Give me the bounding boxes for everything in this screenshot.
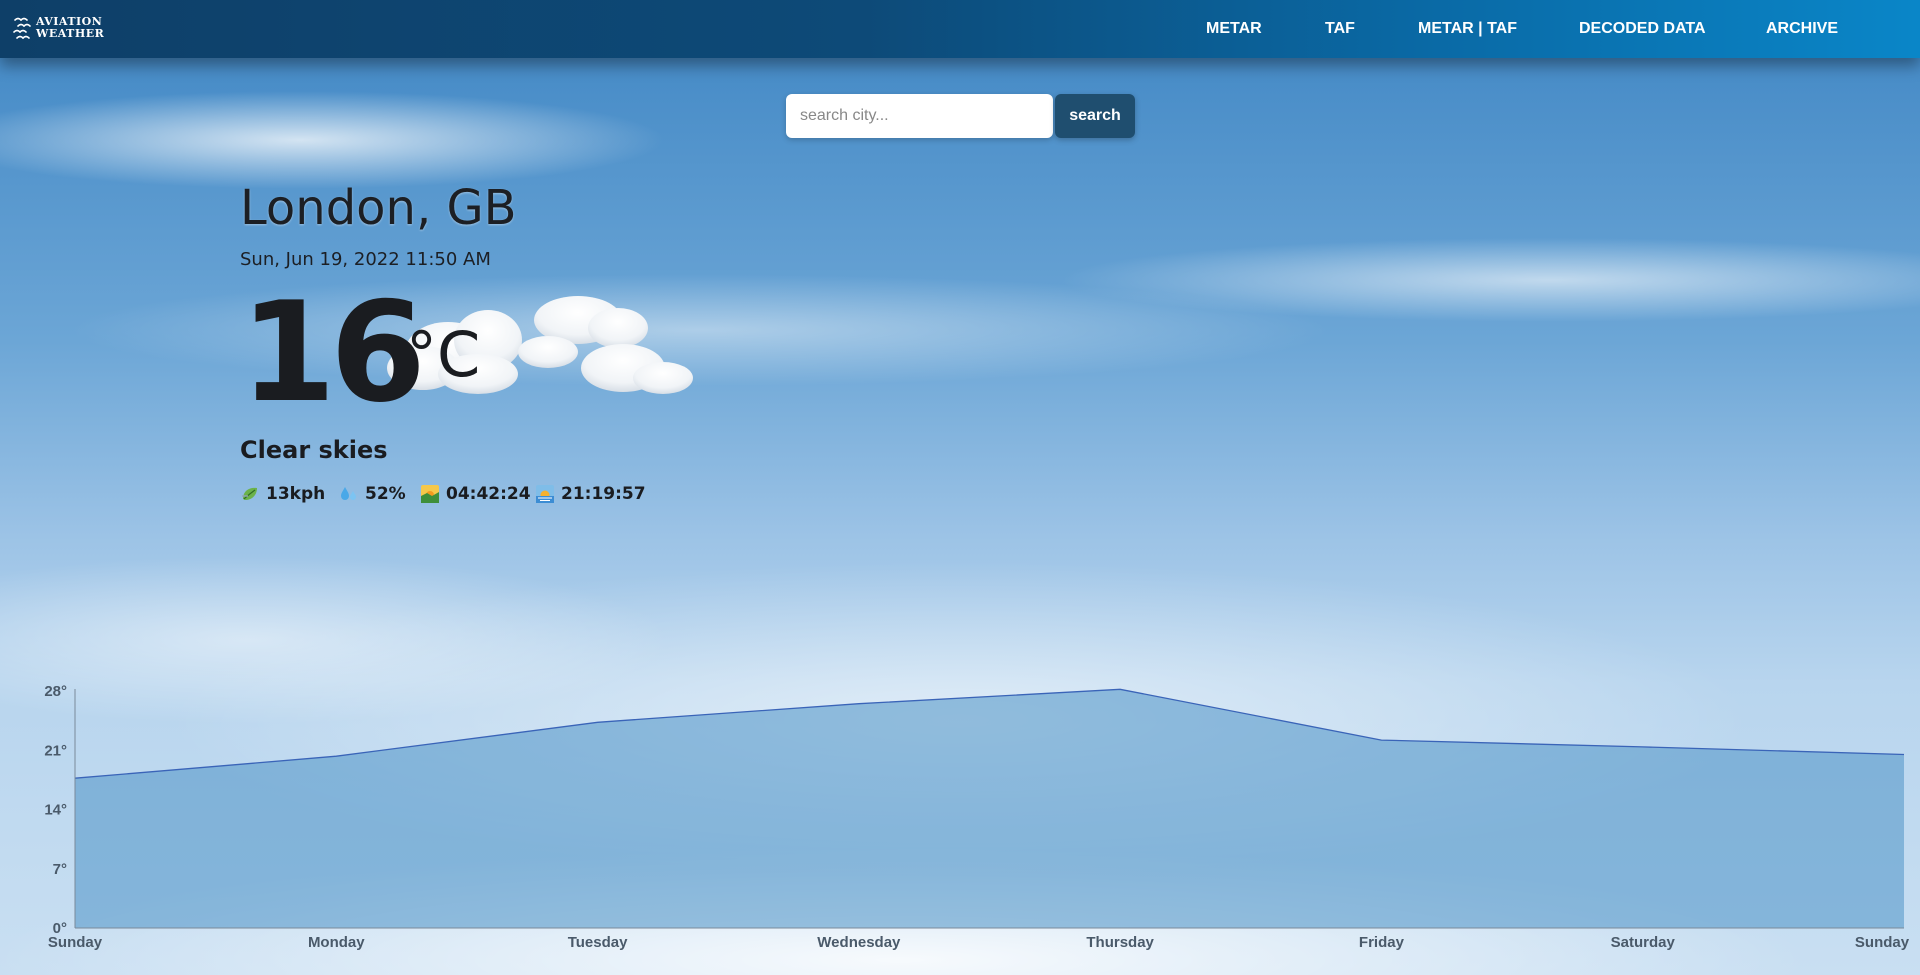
x-tick-label: Sunday [1855, 934, 1910, 951]
city-name: London, GB [240, 180, 517, 236]
y-tick-label: 7° [53, 861, 67, 878]
wind-stat: 13kph [240, 484, 325, 504]
humidity-stat: 52% [339, 484, 406, 504]
search-input[interactable] [786, 94, 1053, 138]
chart-y-ticks: 0°7°14°21°28° [44, 683, 67, 937]
temperature-value: 16 [240, 272, 426, 433]
sunrise-time: 04:42:24 [446, 484, 531, 504]
main-nav: METAR TAF METAR | TAF DECODED DATA ARCHI… [0, 0, 1920, 58]
x-tick-label: Thursday [1086, 934, 1154, 951]
search-bar: search [786, 94, 1135, 138]
wind-speed: 13kph [266, 484, 326, 504]
nav-archive[interactable]: ARCHIVE [1766, 20, 1838, 38]
weather-condition: Clear skies [240, 436, 388, 464]
chart-area-fill [75, 689, 1904, 928]
y-tick-label: 21° [44, 742, 67, 759]
x-tick-label: Tuesday [568, 934, 628, 951]
chart-x-ticks: Sunday Monday Tuesday Wednesday Thursday Frid… [48, 934, 1910, 951]
wind-leaf-icon [242, 487, 257, 500]
humidity-value: 52% [365, 484, 406, 504]
nav-taf[interactable]: TAF [1325, 20, 1355, 38]
sunset-time: 21:19:57 [561, 484, 646, 504]
x-tick-label: Wednesday [817, 934, 901, 951]
sunset-icon [536, 485, 554, 503]
droplets-icon [341, 487, 356, 500]
y-tick-label: 14° [44, 802, 67, 819]
x-tick-label: Monday [308, 934, 365, 951]
nav-metar-taf[interactable]: METAR | TAF [1418, 20, 1517, 38]
temperature-forecast-chart: 0°7°14°21°28° Sunday Monday Tuesday Wednesd… [44, 683, 1910, 951]
top-navbar: AVIATION WEATHER METAR TAF METAR | TAF D… [0, 0, 1920, 58]
x-tick-label: Friday [1359, 934, 1405, 951]
sunrise-stat: 04:42:24 [420, 484, 531, 504]
nav-decoded-data[interactable]: DECODED DATA [1579, 20, 1706, 38]
nav-metar[interactable]: METAR [1206, 20, 1262, 38]
search-button[interactable]: search [1055, 94, 1135, 138]
sunset-stat: 21:19:57 [535, 484, 646, 504]
y-tick-label: 28° [44, 683, 67, 700]
sunrise-icon [421, 485, 439, 503]
x-tick-label: Saturday [1611, 934, 1676, 951]
x-tick-label: Sunday [48, 934, 103, 951]
temperature-unit: °C [406, 318, 481, 391]
local-datetime: Sun, Jun 19, 2022 11:50 AM [240, 249, 491, 270]
